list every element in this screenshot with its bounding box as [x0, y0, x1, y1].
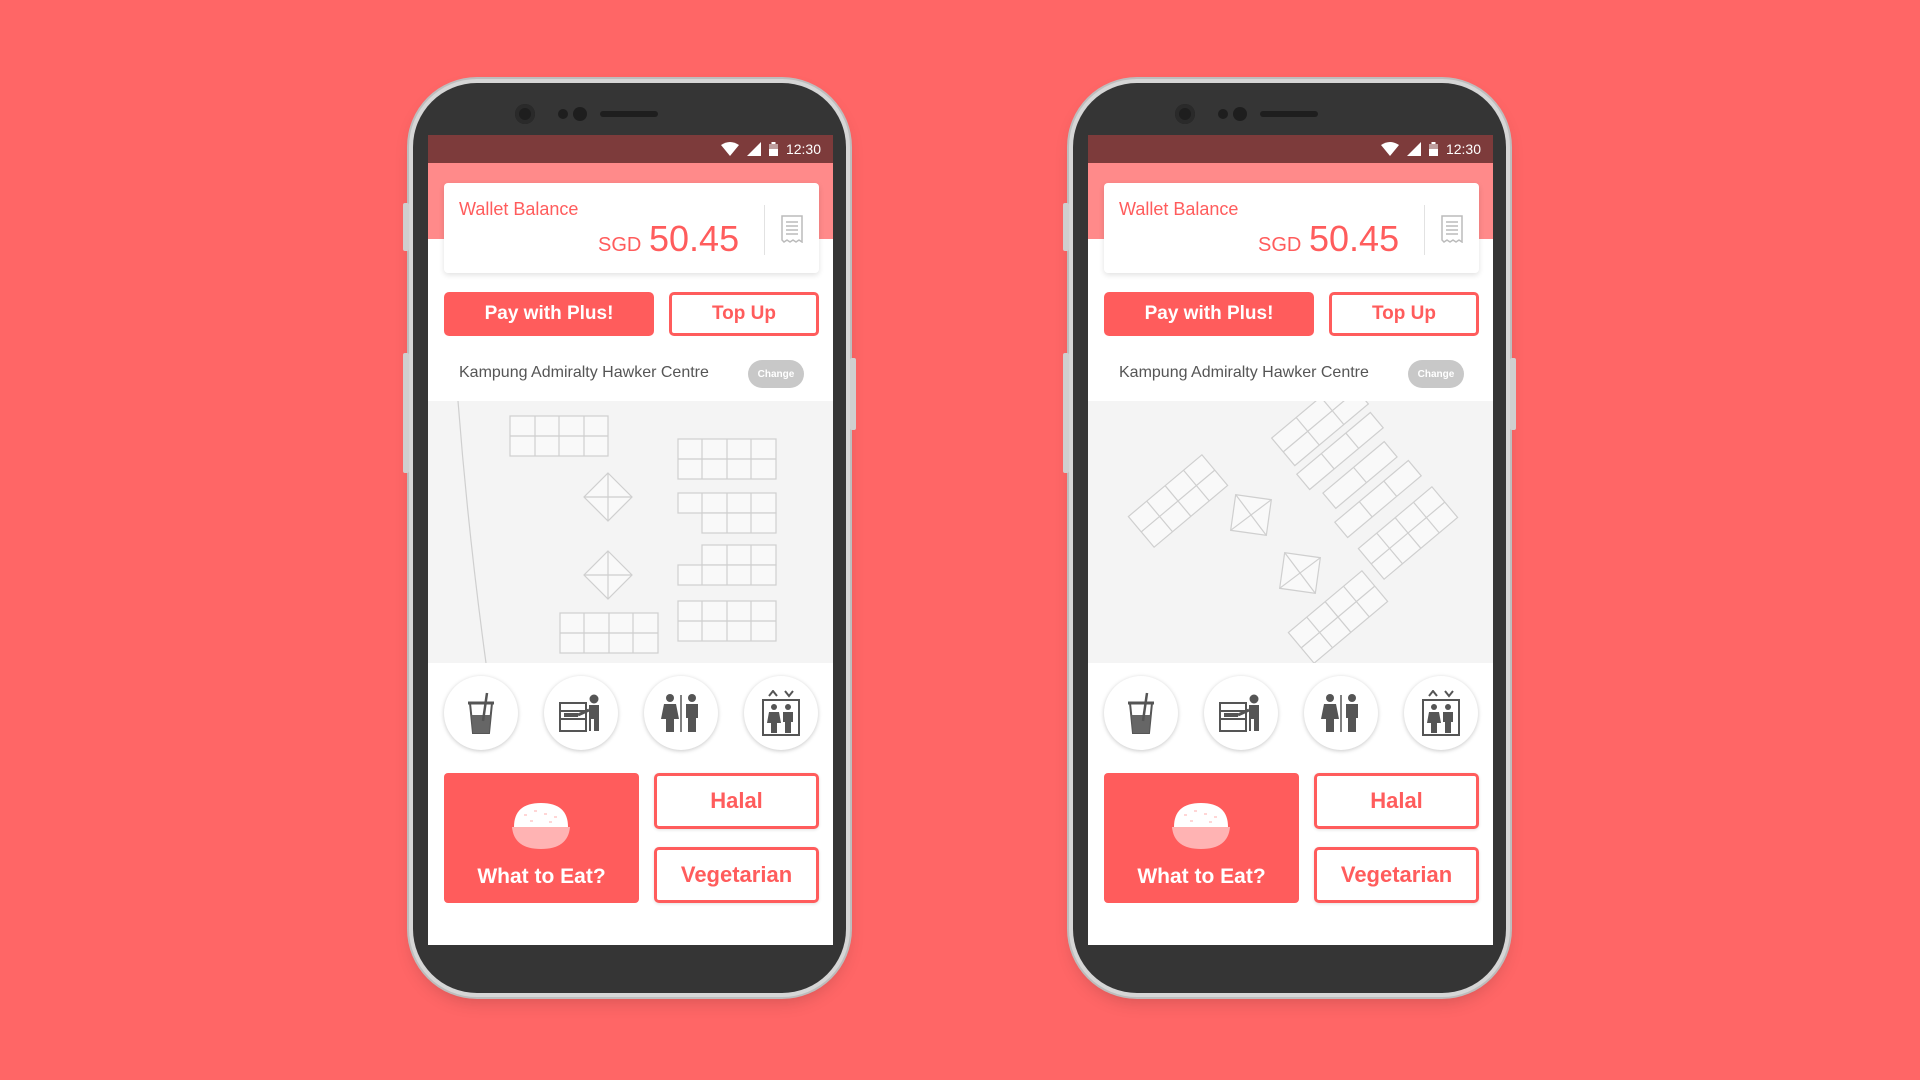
status-bar: 12:30 — [1088, 135, 1493, 163]
wallet-currency: SGD — [598, 234, 642, 256]
stall-block — [677, 438, 777, 480]
earpiece-speaker — [600, 111, 658, 117]
amenity-tray-return[interactable] — [1204, 676, 1278, 750]
food-section: What to Eat? Halal Vegetarian — [444, 773, 819, 903]
sensor — [1218, 109, 1228, 119]
earpiece-speaker — [1260, 111, 1318, 117]
top-up-button[interactable]: Top Up — [669, 292, 819, 336]
wallet-card: Wallet Balance SGD 50.45 — [444, 183, 819, 273]
battery-icon — [1428, 142, 1438, 156]
front-camera — [515, 104, 535, 124]
amenity-drinks[interactable] — [1104, 676, 1178, 750]
wallet-title: Wallet Balance — [459, 199, 579, 219]
round-table — [1278, 551, 1322, 595]
top-up-button[interactable]: Top Up — [1329, 292, 1479, 336]
restroom-icon — [1321, 694, 1358, 732]
status-bar: 12:30 — [428, 135, 833, 163]
stall-block — [677, 492, 777, 534]
wallet-amount: 50.45 — [649, 218, 740, 259]
seating-block — [509, 415, 609, 457]
wallet-actions: Pay with Plus! Top Up — [444, 292, 819, 336]
power-button — [850, 358, 856, 430]
tray-return-icon — [1219, 694, 1259, 732]
lift-icon — [762, 690, 800, 736]
vegetarian-filter-button[interactable]: Vegetarian — [1314, 847, 1479, 903]
what-to-eat-label: What to Eat? — [1137, 865, 1266, 888]
what-to-eat-button[interactable]: What to Eat? — [1104, 773, 1299, 903]
receipt-icon[interactable] — [781, 215, 803, 243]
receipt-icon[interactable] — [1441, 215, 1463, 243]
what-to-eat-button[interactable]: What to Eat? — [444, 773, 639, 903]
volume-rocker — [1063, 353, 1069, 473]
pay-with-plus-button[interactable]: Pay with Plus! — [444, 292, 654, 336]
sensor — [573, 107, 587, 121]
seating-block — [1127, 453, 1229, 549]
vegetarian-filter-button[interactable]: Vegetarian — [654, 847, 819, 903]
volume-button — [403, 203, 409, 251]
sensor — [1233, 107, 1247, 121]
amenity-row — [1104, 676, 1479, 754]
venue-name: Kampung Admiralty Hawker Centre — [1119, 364, 1369, 381]
venue-name: Kampung Admiralty Hawker Centre — [459, 364, 709, 381]
what-to-eat-label: What to Eat? — [477, 865, 606, 888]
amenity-row — [444, 676, 819, 754]
drink-cup-icon — [1128, 692, 1154, 734]
restroom-icon — [661, 694, 698, 732]
wallet-title: Wallet Balance — [1119, 199, 1239, 219]
amenity-tray-return[interactable] — [544, 676, 618, 750]
floor-plan — [457, 400, 777, 664]
halal-filter-button[interactable]: Halal — [654, 773, 819, 829]
app-screen: 12:30 Wallet Balance SGD 50.45 Pay with … — [428, 135, 833, 945]
change-venue-button[interactable]: Change — [1408, 360, 1464, 388]
rice-bowl-icon — [1172, 803, 1230, 849]
power-button — [1510, 358, 1516, 430]
stall-block — [677, 544, 777, 586]
status-time: 12:30 — [1445, 141, 1481, 157]
sensor — [558, 109, 568, 119]
stall-block — [677, 600, 777, 642]
app-screen: 12:30 Wallet Balance SGD 50.45 Pay with … — [1088, 135, 1493, 945]
divider — [1424, 205, 1425, 255]
seating-block — [559, 612, 659, 654]
rice-bowl-icon — [512, 803, 570, 849]
food-section: What to Eat? Halal Vegetarian — [1104, 773, 1479, 903]
volume-rocker — [403, 353, 409, 473]
status-time: 12:30 — [785, 141, 821, 157]
pay-with-plus-button[interactable]: Pay with Plus! — [1104, 292, 1314, 336]
amenity-restroom[interactable] — [1304, 676, 1378, 750]
round-table — [583, 472, 633, 522]
drink-cup-icon — [468, 692, 494, 734]
wifi-icon — [720, 142, 739, 156]
phone-right: 12:30 Wallet Balance SGD 50.45 Pay with … — [1063, 83, 1516, 993]
wallet-card: Wallet Balance SGD 50.45 — [1104, 183, 1479, 273]
front-camera — [1175, 104, 1195, 124]
wallet-actions: Pay with Plus! Top Up — [1104, 292, 1479, 336]
floor-plan — [1127, 375, 1459, 665]
wifi-icon — [1380, 142, 1399, 156]
volume-button — [1063, 203, 1069, 251]
signal-icon — [1406, 142, 1421, 156]
signal-icon — [746, 142, 761, 156]
amenity-lift[interactable] — [1404, 676, 1478, 750]
round-table — [1229, 493, 1273, 537]
change-venue-button[interactable]: Change — [748, 360, 804, 388]
hawker-centre-map[interactable] — [428, 400, 833, 664]
amenity-drinks[interactable] — [444, 676, 518, 750]
round-table — [583, 550, 633, 600]
amenity-restroom[interactable] — [644, 676, 718, 750]
venue-row: Kampung Admiralty Hawker Centre Change — [444, 347, 819, 402]
battery-icon — [768, 142, 778, 156]
wallet-currency: SGD — [1258, 234, 1302, 256]
venue-row: Kampung Admiralty Hawker Centre Change — [1104, 347, 1479, 402]
divider — [764, 205, 765, 255]
hawker-centre-map[interactable] — [1088, 375, 1493, 665]
phone-left: 12:30 Wallet Balance SGD 50.45 Pay with … — [403, 83, 856, 993]
amenity-lift[interactable] — [744, 676, 818, 750]
wallet-amount: 50.45 — [1309, 218, 1400, 259]
tray-return-icon — [559, 694, 599, 732]
lift-icon — [1422, 690, 1460, 736]
halal-filter-button[interactable]: Halal — [1314, 773, 1479, 829]
